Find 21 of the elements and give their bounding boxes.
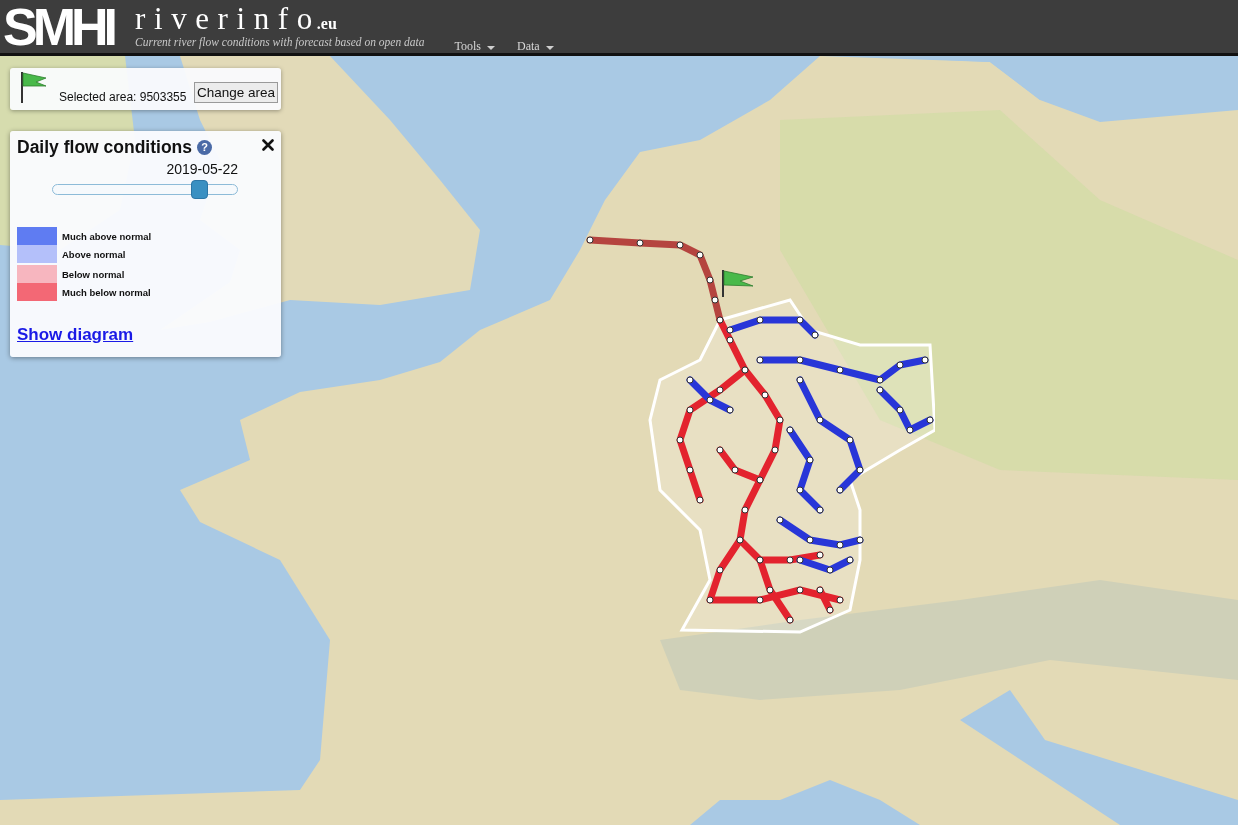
menu-item[interactable]: Tools <box>454 39 495 54</box>
legend-label: Much below normal <box>62 286 151 298</box>
show-diagram-link[interactable]: Show diagram <box>17 325 134 345</box>
flag-icon <box>720 269 754 297</box>
caret-icon <box>487 46 495 50</box>
panel-title: Daily flow conditions <box>17 136 192 158</box>
site-suffix: .eu <box>316 15 337 33</box>
date-label: 2019-05-22 <box>166 161 238 177</box>
close-icon[interactable] <box>262 138 274 151</box>
change-area-button[interactable]: Change area <box>193 82 278 103</box>
menu-item[interactable]: Data <box>517 39 554 54</box>
selected-area-label: Selected area: 9503355 <box>59 90 187 104</box>
help-button[interactable]: ? <box>197 139 212 155</box>
logo: SMHI <box>3 2 115 52</box>
tagline: Current river flow conditions with forecast based on open data <box>135 36 425 48</box>
flag-icon <box>20 71 46 103</box>
slider-thumb[interactable] <box>191 180 209 199</box>
legend-label: Below normal <box>62 268 125 280</box>
legend-label: Above normal <box>62 248 126 260</box>
legend-label: Much above normal <box>62 230 152 242</box>
caret-icon <box>545 46 554 50</box>
